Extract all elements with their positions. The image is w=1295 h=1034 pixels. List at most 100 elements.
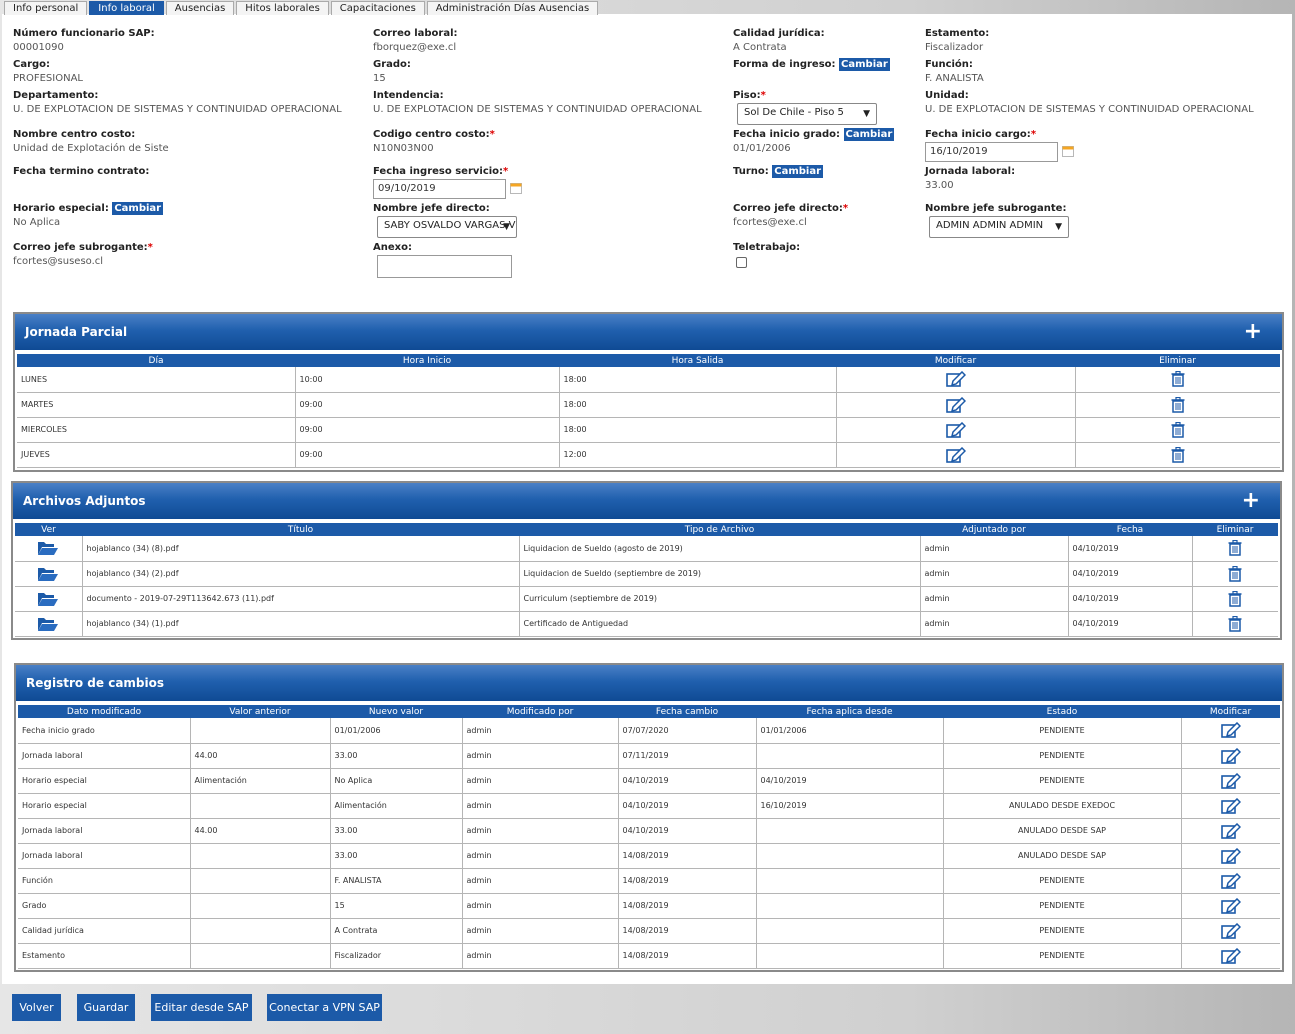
correo-subrogante-label: Correo jefe subrogante:	[13, 242, 148, 253]
table-cell: admin	[462, 743, 619, 769]
folder-open-icon[interactable]	[37, 540, 59, 556]
column-header: Adjuntado por	[920, 523, 1068, 536]
inicio-cargo-input[interactable]: 16/10/2019	[925, 142, 1058, 162]
tab-capacitaciones[interactable]: Capacitaciones	[330, 1, 425, 15]
correo-jefe-value: fcortes@exe.cl	[733, 217, 807, 228]
jornada-parcial-title: Jornada Parcial	[25, 325, 128, 339]
column-header: Modificado por	[462, 705, 618, 718]
calendar-icon[interactable]	[1062, 145, 1074, 157]
trash-icon[interactable]	[1228, 590, 1242, 607]
edit-icon[interactable]	[1220, 847, 1241, 864]
edit-icon[interactable]	[1220, 872, 1241, 889]
modificar-cell	[836, 392, 1076, 418]
column-header: Modificar	[1181, 705, 1280, 718]
numero-sap-value: 00001090	[13, 42, 64, 53]
edit-icon[interactable]	[1220, 772, 1241, 789]
tab-info-personal[interactable]: Info personal	[4, 1, 88, 15]
table-row: Fecha inicio grado 01/01/2006 admin 07/07/2…	[18, 718, 1280, 744]
eliminar-cell	[1192, 611, 1278, 637]
table-cell	[756, 743, 944, 769]
eliminar-cell	[1075, 367, 1280, 393]
edit-icon[interactable]	[945, 371, 966, 388]
correo-laboral-label: Correo laboral:	[373, 28, 458, 39]
table-cell: admin	[462, 768, 619, 794]
edit-icon[interactable]	[1220, 897, 1241, 914]
guardar-button[interactable]: Guardar	[77, 994, 135, 1021]
field-centro-costo: Nombre centro costo: Unidad de Explotaci…	[13, 129, 169, 154]
folder-open-icon[interactable]	[37, 591, 59, 607]
folder-open-icon[interactable]	[37, 616, 59, 632]
teletrabajo-checkbox[interactable]	[736, 257, 747, 268]
edit-icon[interactable]	[945, 446, 966, 463]
modificar-cell	[1181, 768, 1280, 794]
field-grado: Grado: 15	[373, 59, 411, 84]
jefe-subrogante-select[interactable]: ADMIN ADMIN ADMIN ▼	[929, 216, 1069, 238]
inicio-cargo-label: Fecha inicio cargo:	[925, 129, 1031, 140]
fecha-ingreso-input[interactable]: 09/10/2019	[373, 179, 506, 199]
modificar-cell	[1181, 918, 1280, 944]
grado-label: Grado:	[373, 59, 411, 70]
trash-icon[interactable]	[1228, 565, 1242, 582]
piso-label: Piso:	[733, 90, 761, 101]
cambiar-turno-button[interactable]: Cambiar	[772, 165, 824, 178]
trash-icon[interactable]	[1171, 446, 1185, 463]
edit-icon[interactable]	[1220, 797, 1241, 814]
table-cell: PENDIENTE	[943, 918, 1182, 944]
tab-hitos-laborales[interactable]: Hitos laborales	[236, 1, 329, 15]
table-cell: 01/01/2006	[756, 718, 944, 744]
editar-sap-button[interactable]: Editar desde SAP	[151, 994, 252, 1021]
table-cell: 04/10/2019	[1068, 536, 1193, 562]
trash-icon[interactable]	[1171, 396, 1185, 413]
jefe-directo-select[interactable]: SABY OSVALDO VARGAS V ▼	[377, 216, 517, 238]
table-cell: hojablanco (34) (8).pdf	[82, 536, 520, 562]
table-cell: ANULADO DESDE SAP	[943, 818, 1182, 844]
edit-icon[interactable]	[1220, 922, 1241, 939]
volver-button[interactable]: Volver	[12, 994, 61, 1021]
trash-icon[interactable]	[1228, 540, 1242, 556]
folder-open-icon[interactable]	[37, 566, 59, 582]
turno-label: Turno:	[733, 166, 769, 177]
edit-icon[interactable]	[1220, 947, 1241, 964]
trash-icon[interactable]	[1171, 371, 1185, 387]
edit-icon[interactable]	[1220, 822, 1241, 839]
table-row: Jornada laboral 33.00 admin 14/08/2019 ANULA…	[18, 843, 1280, 869]
tab-ausencias[interactable]: Ausencias	[165, 1, 235, 15]
required-mark: *	[489, 129, 495, 140]
jefe-subrogante-value: ADMIN ADMIN ADMIN	[936, 220, 1044, 231]
table-cell: F. ANALISTA	[330, 868, 463, 894]
jornada-parcial-table: Día Hora Inicio Hora Salida Modificar El…	[17, 354, 1280, 468]
table-row: hojablanco (34) (8).pdf Liquidacion de Su…	[15, 536, 1278, 562]
table-cell: 12:00	[559, 442, 837, 468]
required-mark: *	[760, 90, 766, 101]
add-icon[interactable]: +	[1244, 321, 1262, 343]
calendar-icon[interactable]	[510, 182, 522, 194]
forma-ingreso-label: Forma de ingreso:	[733, 59, 836, 70]
edit-icon[interactable]	[1220, 747, 1241, 764]
column-header: Nuevo valor	[330, 705, 462, 718]
chevron-down-icon: ▼	[503, 222, 510, 232]
trash-icon[interactable]	[1171, 421, 1185, 438]
field-correo-laboral: Correo laboral: fborquez@exe.cl	[373, 28, 458, 53]
table-cell: admin	[462, 793, 619, 819]
funcion-value: F. ANALISTA	[925, 73, 984, 84]
table-cell: 14/08/2019	[618, 918, 757, 944]
edit-icon[interactable]	[945, 421, 966, 438]
anexo-input[interactable]	[377, 255, 512, 278]
cambiar-horario-button[interactable]: Cambiar	[112, 202, 164, 215]
table-cell: PENDIENTE	[943, 743, 1182, 769]
add-icon[interactable]: +	[1242, 490, 1260, 512]
table-cell: hojablanco (34) (2).pdf	[82, 561, 520, 587]
piso-select[interactable]: Sol De Chile - Piso 5 ▼	[737, 103, 877, 125]
column-header: Modificar	[836, 354, 1075, 367]
tab-admin-dias-ausencias[interactable]: Administración Días Ausencias	[426, 1, 599, 15]
trash-icon[interactable]	[1228, 615, 1242, 632]
cambiar-forma-button[interactable]: Cambiar	[839, 58, 890, 71]
vpn-sap-button[interactable]: Conectar a VPN SAP	[267, 994, 382, 1021]
field-cargo: Cargo: PROFESIONAL	[13, 59, 83, 84]
tab-info-laboral[interactable]: Info laboral	[89, 1, 164, 15]
edit-icon[interactable]	[945, 396, 966, 413]
edit-icon[interactable]	[1220, 722, 1241, 739]
cambiar-grado-button[interactable]: Cambiar	[843, 128, 895, 141]
fecha-ingreso-label: Fecha ingreso servicio:	[373, 166, 504, 177]
modificar-cell	[1181, 818, 1280, 844]
